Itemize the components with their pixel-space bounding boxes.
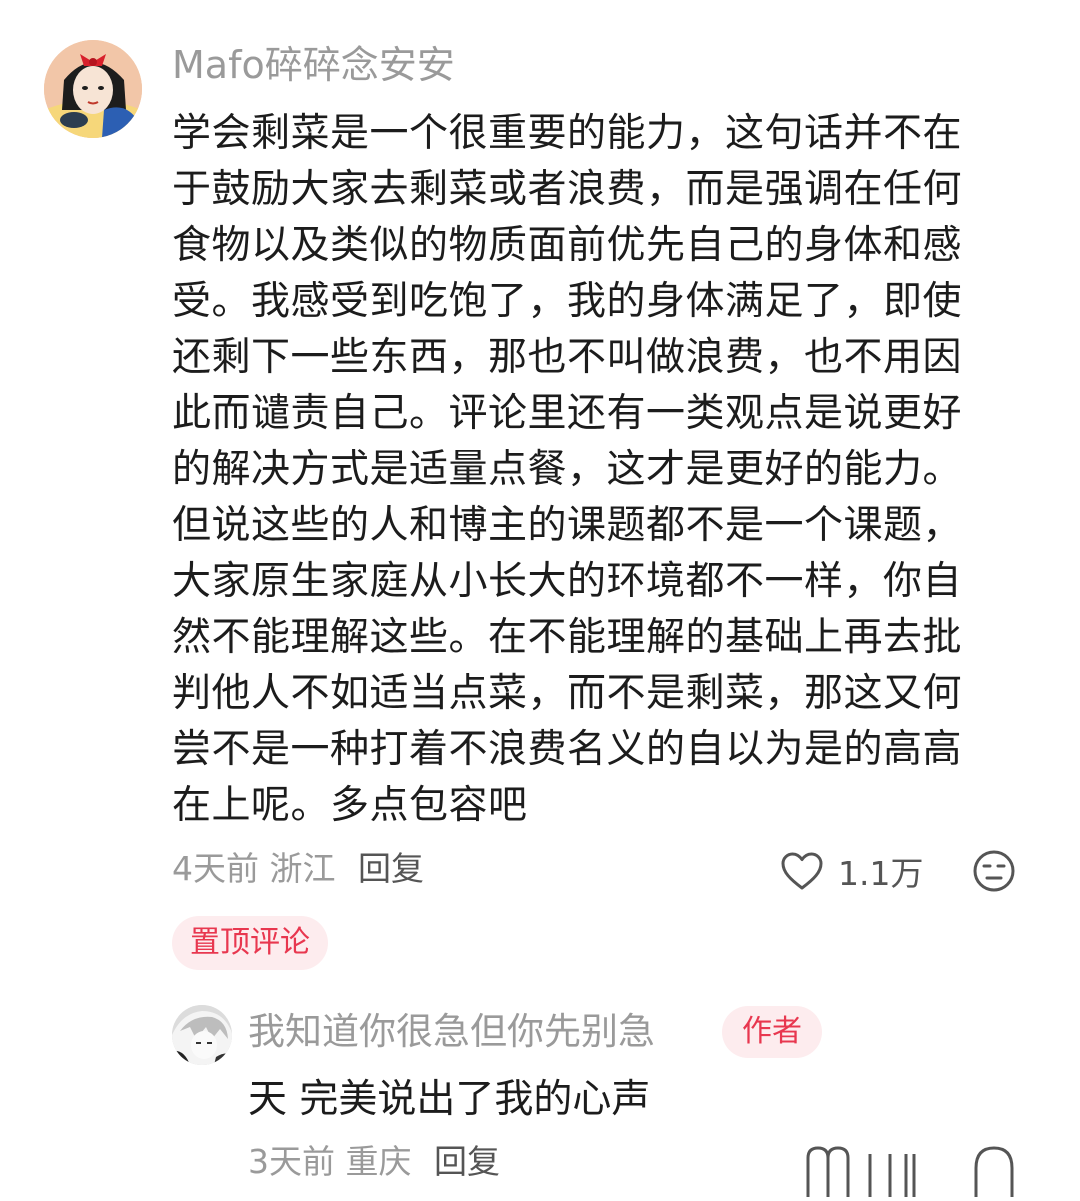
- username[interactable]: Mafo碎碎念安安: [172, 42, 455, 88]
- comment-location: 浙江: [269, 849, 336, 888]
- reply-text: 天 完美说出了我的心声: [248, 1077, 651, 1122]
- dislike-button[interactable]: [972, 849, 1016, 893]
- comment-text-line: 食物以及类似的物质面前优先自己的身体和感: [172, 223, 963, 268]
- like-button[interactable]: 1.1万: [780, 847, 923, 895]
- author-badge: 作者: [722, 1006, 822, 1058]
- comment-text-line: 学会剩菜是一个很重要的能力，这句话并不在: [172, 111, 963, 156]
- pinned-comment-badge: 置顶评论: [172, 916, 328, 970]
- comment-time: 4天前: [172, 849, 259, 888]
- comment-text-line: 还剩下一些东西，那也不叫做浪费，也不用因: [172, 335, 963, 380]
- username[interactable]: 我知道你很急但你先别急: [248, 1009, 655, 1055]
- neutral-face-icon: [973, 850, 1015, 892]
- comment-text-line: 但说这些的人和博主的课题都不是一个课题，: [172, 503, 963, 548]
- reply-location: 重庆: [345, 1142, 412, 1181]
- comment-text-line: 尝不是一种打着不浪费名义的自以为是的高高: [172, 727, 963, 772]
- comment-text-line: 在上呢。多点包容吧: [172, 783, 528, 828]
- comment-text-line: 的解决方式是适量点餐，这才是更好的能力。: [172, 447, 963, 492]
- dislike-button[interactable]: [972, 1144, 1016, 1197]
- comment-text-line: 判他人不如适当点菜，而不是剩菜，那这又何: [172, 671, 963, 716]
- anime-character-avatar: [172, 1005, 232, 1065]
- comment-text-line: 然不能理解这些。在不能理解的基础上再去批: [172, 615, 963, 660]
- comment-text-line: 受。我感受到吃饱了，我的身体满足了，即使: [172, 279, 963, 324]
- avatar[interactable]: [44, 40, 142, 138]
- cartoon-princess-avatar: [44, 40, 142, 138]
- comment-text: 学会剩菜是一个很重要的能力，这句话并不在 于鼓励大家去剩菜或者浪费，而是强调在任…: [172, 106, 1022, 834]
- comment-text-line: 大家原生家庭从小长大的环境都不一样，你自: [172, 559, 963, 604]
- reply-button[interactable]: 回复: [434, 1142, 500, 1181]
- avatar[interactable]: [172, 1005, 232, 1065]
- heart-outline-icon: [806, 1146, 916, 1197]
- comment-text-line: 此而谴责自己。评论里还有一类观点是说更好: [172, 391, 963, 436]
- comment-meta: 4天前 浙江 回复: [172, 847, 424, 891]
- heart-outline-icon: [781, 852, 823, 890]
- comment-text-line: 于鼓励大家去剩菜或者浪费，而是强调在任何: [172, 167, 963, 212]
- neutral-face-icon: [974, 1146, 1014, 1197]
- like-count: 1.1万: [838, 854, 924, 893]
- reply-meta: 3天前 重庆 回复: [248, 1140, 500, 1184]
- like-button[interactable]: [806, 1144, 926, 1197]
- reply-button[interactable]: 回复: [358, 849, 424, 888]
- reply-time: 3天前: [248, 1142, 335, 1181]
